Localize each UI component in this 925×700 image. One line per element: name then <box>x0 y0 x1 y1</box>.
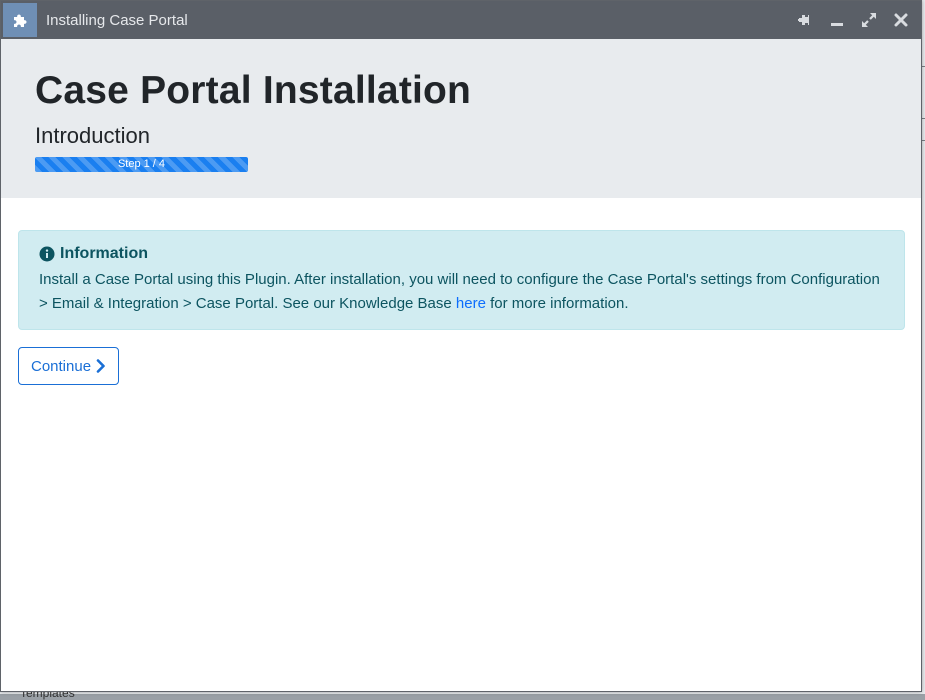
installer-dialog: Installing Case Portal Case Portal Insta… <box>0 0 922 692</box>
progress-label: Step 1 / 4 <box>117 158 166 170</box>
pin-icon[interactable] <box>793 8 817 32</box>
close-icon[interactable] <box>889 8 913 32</box>
minimize-icon[interactable] <box>825 8 849 32</box>
dialog-content: Information Install a Case Portal using … <box>1 198 921 385</box>
alert-heading: Information <box>39 245 884 263</box>
continue-button-label: Continue <box>31 357 92 375</box>
info-circle-icon <box>39 246 55 262</box>
dialog-titlebar[interactable]: Installing Case Portal <box>1 1 921 39</box>
progress-fill: Step 1 / 4 <box>35 157 248 172</box>
chevron-right-icon <box>96 359 105 373</box>
dialog-title: Installing Case Portal <box>46 11 188 29</box>
info-alert: Information Install a Case Portal using … <box>18 230 905 330</box>
page-subtitle: Introduction <box>35 123 150 148</box>
page-title: Case Portal Installation <box>35 69 472 112</box>
puzzle-piece-icon <box>3 3 37 37</box>
window-controls <box>793 1 913 39</box>
expand-icon[interactable] <box>857 8 881 32</box>
step-progress-bar: Step 1 / 4 <box>35 157 248 172</box>
knowledge-base-link[interactable]: here <box>456 295 486 312</box>
header-band: Case Portal Installation Introduction St… <box>1 39 921 198</box>
alert-heading-text: Information <box>60 245 148 262</box>
alert-text-after-link: for more information. <box>485 295 629 312</box>
continue-button[interactable]: Continue <box>18 347 120 385</box>
alert-body: Install a Case Portal using this Plugin.… <box>39 268 884 316</box>
